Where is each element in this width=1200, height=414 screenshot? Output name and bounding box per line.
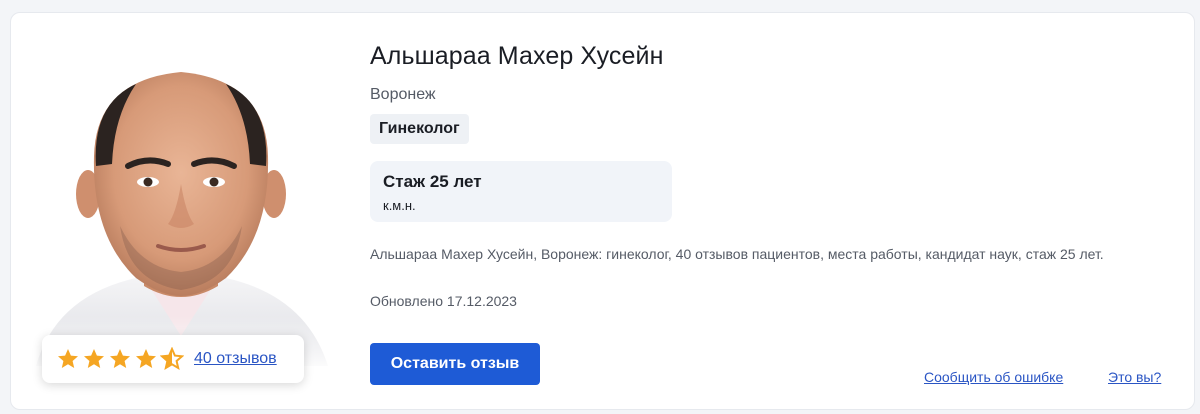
doctor-name: Альшараа Махер Хусейн <box>370 42 664 70</box>
reviews-link[interactable]: 40 отзывов <box>194 350 277 368</box>
star-icon <box>110 349 130 368</box>
is-you-link[interactable]: Это вы? <box>1108 369 1161 385</box>
report-error-link[interactable]: Сообщить об ошибке <box>924 369 1063 385</box>
experience-title: Стаж 25 лет <box>383 172 482 191</box>
doctor-city: Воронеж <box>370 86 436 103</box>
star-icon <box>84 349 104 368</box>
academic-degree: к.м.н. <box>383 198 416 213</box>
updated-date: Обновлено 17.12.2023 <box>370 293 517 309</box>
specialty-badge[interactable]: Гинеколог <box>370 114 469 144</box>
experience-box: Стаж 25 лет к.м.н. <box>370 161 672 222</box>
doctor-photo <box>16 46 346 366</box>
leave-review-button[interactable]: Оставить отзыв <box>370 343 540 385</box>
rating-stars <box>56 347 184 371</box>
rating-badge: 40 отзывов <box>42 335 304 383</box>
star-icon <box>136 349 156 368</box>
doctor-description: Альшараа Махер Хусейн, Воронеж: гинеколо… <box>370 246 1104 262</box>
half-star-icon <box>160 347 184 371</box>
star-icon <box>58 349 78 368</box>
